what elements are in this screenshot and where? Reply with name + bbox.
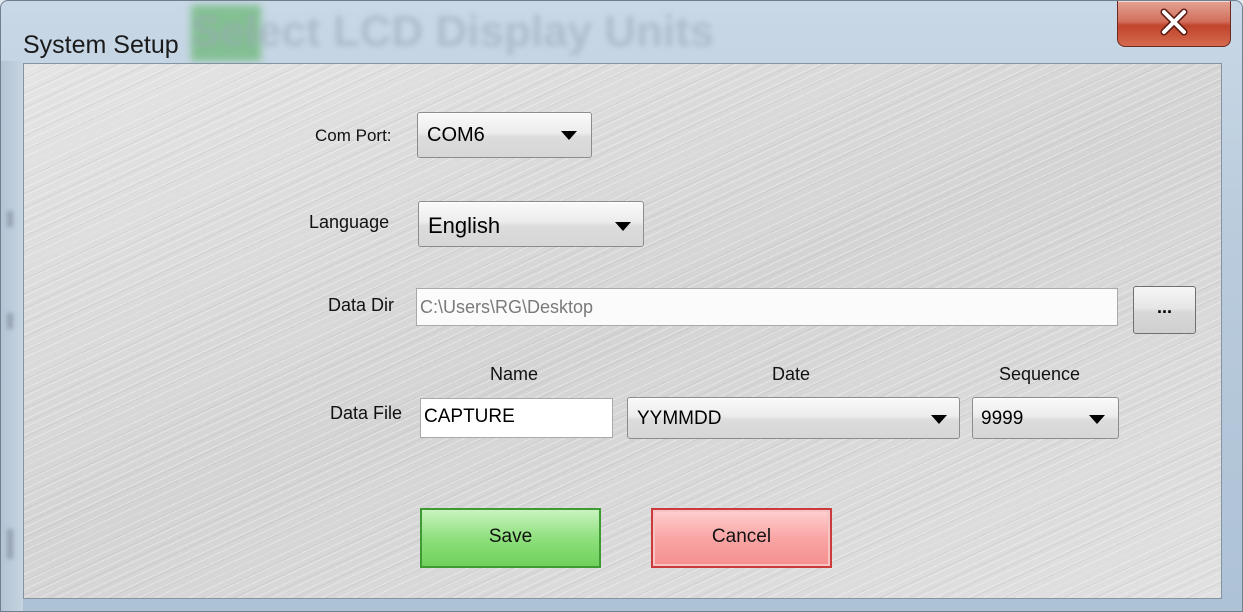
data-file-label: Data File xyxy=(330,403,403,423)
window-left-frame xyxy=(1,61,23,611)
language-dropdown[interactable]: English xyxy=(418,201,644,247)
chevron-down-icon xyxy=(1089,415,1105,424)
frame-artifact xyxy=(7,529,13,559)
close-icon xyxy=(1160,8,1188,36)
data-dir-label: Data Dir xyxy=(328,295,395,315)
date-format-dropdown[interactable]: YYMMDD xyxy=(627,397,960,439)
com-port-value: COM6 xyxy=(427,124,485,146)
system-setup-window: Select LCD Display Units System Setup Co… xyxy=(0,0,1243,612)
date-column-header: Date xyxy=(772,364,811,384)
data-file-name-input[interactable]: CAPTURE xyxy=(420,398,613,438)
close-button[interactable] xyxy=(1117,1,1231,47)
frame-artifact xyxy=(7,211,13,227)
com-port-label: Com Port: xyxy=(315,126,392,145)
data-dir-field[interactable]: C:\Users\RG\Desktop xyxy=(416,288,1118,326)
chevron-down-icon xyxy=(931,415,947,424)
sequence-value: 9999 xyxy=(981,408,1024,429)
background-window-title: Select LCD Display Units xyxy=(191,7,715,56)
dialog-client-area: Com Port: COM6 Language English Data Dir… xyxy=(23,63,1222,599)
cancel-button[interactable]: Cancel xyxy=(651,508,832,568)
chevron-down-icon xyxy=(615,222,631,231)
save-button[interactable]: Save xyxy=(420,508,601,568)
name-column-header: Name xyxy=(490,364,539,384)
language-label: Language xyxy=(309,212,390,232)
window-title: System Setup xyxy=(23,31,179,59)
sequence-dropdown[interactable]: 9999 xyxy=(972,397,1119,439)
date-format-value: YYMMDD xyxy=(637,408,722,429)
chevron-down-icon xyxy=(561,131,577,140)
sequence-column-header: Sequence xyxy=(999,364,1081,384)
com-port-dropdown[interactable]: COM6 xyxy=(417,112,592,158)
frame-artifact xyxy=(7,313,13,329)
browse-button[interactable]: ... xyxy=(1133,286,1196,334)
language-value: English xyxy=(428,213,501,238)
